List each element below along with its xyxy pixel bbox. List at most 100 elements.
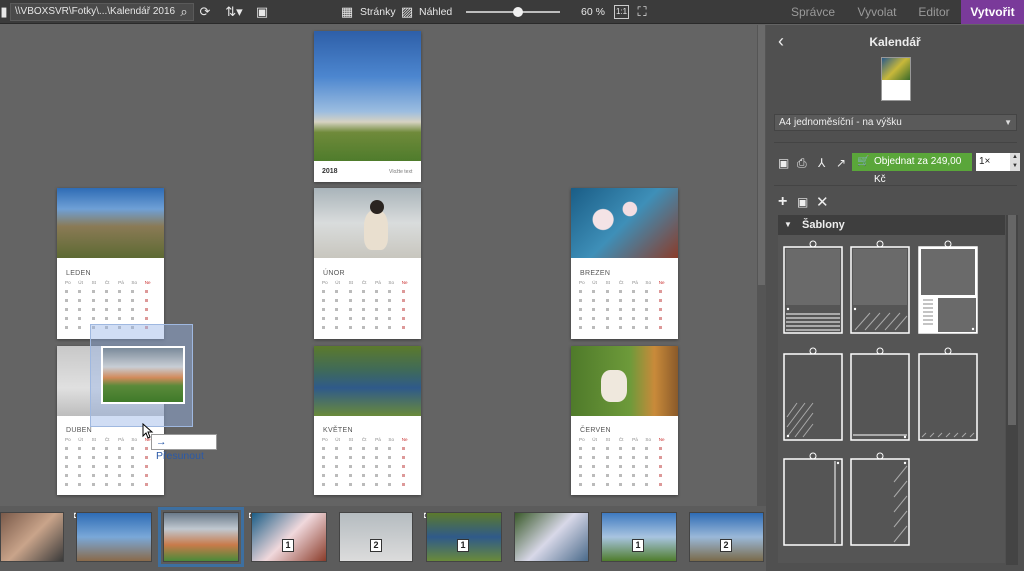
print-icon[interactable]: ⎙ bbox=[797, 156, 807, 171]
day-cell bbox=[618, 471, 632, 480]
weekday-label: So bbox=[388, 437, 395, 442]
month-page-february[interactable]: ÚNOR Po Út St Čt Pá So Ne bbox=[314, 188, 421, 339]
panel-scrollbar-thumb[interactable] bbox=[1008, 215, 1016, 425]
day-cell bbox=[401, 480, 415, 489]
day-cell bbox=[335, 453, 348, 462]
day-cell bbox=[401, 287, 415, 296]
sort-icon[interactable]: ⇅▾ bbox=[221, 0, 247, 24]
search-icon[interactable]: ⌕ bbox=[176, 0, 192, 24]
day-cell bbox=[618, 444, 632, 453]
pages-view-button[interactable]: Stránky bbox=[360, 0, 396, 24]
quantity-stepper[interactable]: ▲ ▼ bbox=[1010, 153, 1020, 171]
day-cell bbox=[118, 287, 131, 296]
save-icon[interactable]: ▣ bbox=[778, 156, 789, 170]
day-cell bbox=[618, 462, 632, 471]
filmstrip-thumb[interactable] bbox=[426, 512, 502, 562]
day-cell bbox=[144, 305, 158, 314]
quantity-field[interactable]: 1× bbox=[976, 153, 1010, 171]
month-photo bbox=[57, 188, 164, 258]
template-full-photo[interactable] bbox=[850, 347, 910, 441]
filmstrip-thumb[interactable] bbox=[0, 512, 64, 562]
actual-size-button[interactable]: 1:1 bbox=[614, 5, 630, 19]
delete-icon[interactable]: ✕ bbox=[816, 193, 829, 211]
day-cell bbox=[375, 462, 388, 471]
weekday-label: Po bbox=[65, 280, 71, 285]
day-cell bbox=[605, 444, 619, 453]
refresh-icon[interactable]: ⟳ bbox=[196, 0, 214, 24]
month-page-may[interactable]: KVĚTEN Po Út St Čt Pá So Ne bbox=[314, 346, 421, 495]
weekday-label: Čt bbox=[104, 280, 110, 285]
day-cell bbox=[348, 305, 362, 314]
fit-screen-icon[interactable]: ⛶ bbox=[634, 0, 650, 24]
month-page-june[interactable]: ČERVEN Po Út St Čt Pá So Ne bbox=[571, 346, 678, 495]
day-cell bbox=[131, 287, 144, 296]
day-cell bbox=[579, 305, 592, 314]
new-folder-icon[interactable]: ▣ bbox=[254, 0, 270, 24]
template-hatched-footer[interactable] bbox=[918, 347, 978, 441]
workspace-scrollbar[interactable] bbox=[757, 25, 766, 506]
weekday-label: Po bbox=[579, 280, 585, 285]
tab-manager[interactable]: Správce bbox=[787, 0, 839, 24]
preview-icon[interactable]: ▨ bbox=[399, 0, 415, 24]
add-icon[interactable]: + bbox=[778, 193, 787, 211]
day-cell bbox=[322, 462, 335, 471]
preview-button[interactable]: Náhled bbox=[419, 0, 452, 24]
filmstrip-thumb[interactable] bbox=[339, 512, 413, 562]
day-cell bbox=[131, 305, 144, 314]
template-side-strip[interactable] bbox=[783, 452, 843, 546]
dragged-photo[interactable] bbox=[101, 346, 185, 404]
week-row bbox=[65, 471, 158, 480]
filmstrip-thumb[interactable] bbox=[514, 512, 589, 562]
calendar-cover-page[interactable]: 2018 Vložte text bbox=[314, 31, 421, 182]
day-cell bbox=[361, 453, 375, 462]
folder-path-field[interactable]: \\VBOXSVR\Fotky\...\Kalendář 2016 bbox=[10, 3, 194, 21]
day-cell bbox=[144, 287, 158, 296]
weekday-label: Út bbox=[335, 280, 340, 285]
day-cell bbox=[348, 287, 362, 296]
dog-head bbox=[370, 200, 384, 214]
filmstrip-thumb[interactable] bbox=[251, 512, 327, 562]
workspace-scrollbar-thumb[interactable] bbox=[758, 25, 765, 285]
filmstrip-thumb[interactable] bbox=[689, 512, 764, 562]
pages-view-icon[interactable]: ▦ bbox=[339, 0, 355, 24]
filmstrip-thumb[interactable] bbox=[76, 512, 152, 562]
day-cell bbox=[91, 305, 105, 314]
day-cell bbox=[605, 287, 619, 296]
filmstrip-thumb-selected[interactable] bbox=[158, 507, 244, 567]
day-cell bbox=[361, 296, 375, 305]
day-cell bbox=[401, 444, 415, 453]
add-folder-icon[interactable]: ▣ bbox=[797, 195, 808, 209]
day-cell bbox=[348, 471, 362, 480]
share-icon[interactable]: ↗ bbox=[836, 156, 846, 170]
day-cell bbox=[322, 323, 335, 332]
panel-scrollbar[interactable] bbox=[1006, 215, 1018, 565]
tab-editor[interactable]: Editor bbox=[912, 0, 956, 24]
templates-section-header[interactable]: ▼ Šablony bbox=[778, 215, 1005, 235]
day-cell bbox=[335, 323, 348, 332]
template-photo-top-lines[interactable] bbox=[783, 240, 843, 334]
template-hatched-bottom-left[interactable] bbox=[783, 347, 843, 441]
day-cell bbox=[645, 453, 658, 462]
day-cell bbox=[104, 462, 118, 471]
template-photo-hatched-bottom[interactable] bbox=[850, 240, 910, 334]
day-cell bbox=[118, 471, 131, 480]
menu-icon[interactable]: ▮ bbox=[0, 0, 8, 24]
month-name: ČERVEN bbox=[580, 427, 611, 434]
day-cell bbox=[618, 314, 632, 323]
month-page-march[interactable]: BREZEN Po Út St Čt Pá So Ne bbox=[571, 188, 678, 339]
filmstrip-thumb[interactable] bbox=[601, 512, 677, 562]
day-cell bbox=[592, 305, 605, 314]
tab-create[interactable]: Vytvořit bbox=[961, 0, 1024, 24]
usage-count-badge: 1 bbox=[282, 539, 294, 552]
zoom-slider-handle[interactable] bbox=[512, 7, 523, 17]
product-size-select[interactable]: A4 jednoměsíční - na výšku ▼ bbox=[774, 114, 1017, 131]
day-cell bbox=[645, 296, 658, 305]
month-page-january[interactable]: LEDEN Po Út St Čt Pá So Ne bbox=[57, 188, 164, 339]
export-icon[interactable]: ⅄ bbox=[818, 156, 825, 170]
day-cell bbox=[78, 471, 91, 480]
template-photo-side-columns[interactable] bbox=[918, 240, 978, 334]
template-hatched-side[interactable] bbox=[850, 452, 910, 546]
order-button[interactable]: 🛒 Objednat za 249,00 Kč bbox=[852, 153, 972, 185]
zoom-value: 60 % bbox=[581, 6, 605, 18]
tab-develop[interactable]: Vyvolat bbox=[851, 0, 903, 24]
